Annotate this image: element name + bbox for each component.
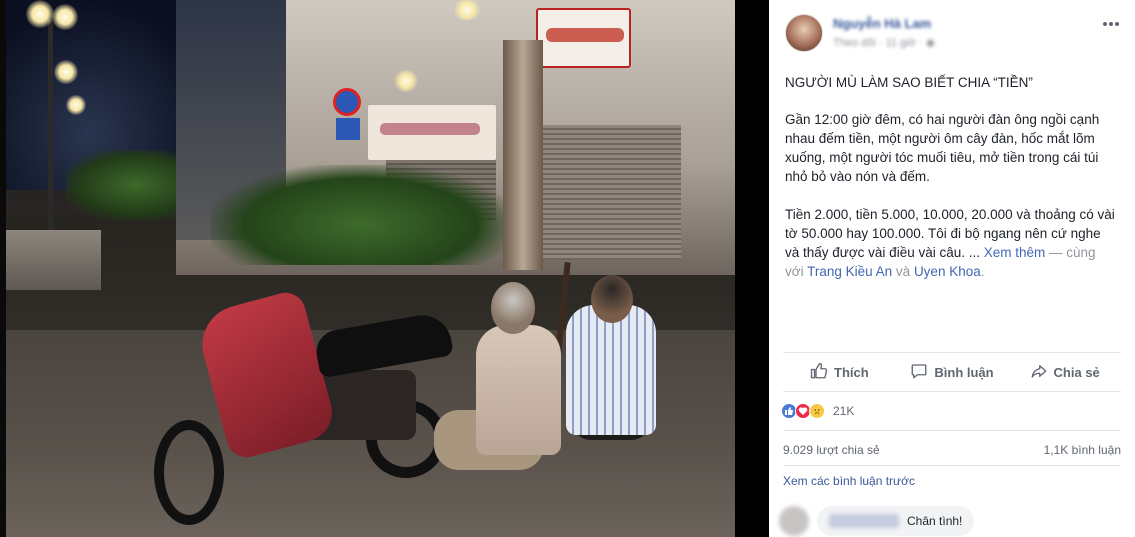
comment-button[interactable]: Bình luận (896, 353, 1009, 391)
street-lamp (26, 0, 54, 28)
street-lamp (66, 95, 86, 115)
post-actions: Thích Bình luận Chia sẻ (783, 352, 1121, 392)
globe-icon: ◉ (925, 37, 936, 49)
photo-viewer: Nguyễn Hà Lam Theo dõi · 11 giờ · ◉ NGƯỜ… (0, 0, 1135, 537)
man-1-shirt (476, 325, 561, 455)
post-meta: Theo dõi · 11 giờ · ◉ (833, 36, 935, 49)
sad-reaction-icon (809, 403, 825, 419)
building-light (394, 70, 418, 92)
comment-text: Chân tình! (907, 514, 963, 528)
shop-sign-2 (368, 105, 496, 160)
post-timestamp[interactable]: Theo dõi · 11 giờ · (833, 37, 926, 49)
reaction-count: 21K (833, 404, 855, 418)
motorbike-front-wheel (154, 420, 224, 525)
commenter-name[interactable] (829, 514, 899, 528)
no-parking-sign (333, 88, 361, 116)
man-1-head (491, 282, 535, 334)
comment-count[interactable]: 1,1K bình luận (1044, 443, 1121, 457)
share-label: Chia sẻ (1053, 364, 1100, 380)
like-button[interactable]: Thích (783, 353, 896, 391)
lamp-post (48, 20, 53, 230)
building-light (452, 0, 482, 20)
comment-icon (910, 362, 928, 383)
comment-label: Bình luận (934, 364, 994, 380)
and-connector: và (892, 264, 914, 279)
man-2-head (591, 275, 633, 323)
post-paragraph: Gần 12:00 giờ đêm, có hai người đàn ông … (785, 112, 1100, 184)
steps (6, 230, 101, 290)
share-icon (1030, 362, 1048, 383)
reactions-summary[interactable]: 21K (781, 398, 854, 424)
post-header: Nguyễn Hà Lam Theo dõi · 11 giờ · ◉ (769, 0, 1135, 64)
see-more-link[interactable]: Xem thêm (984, 245, 1046, 260)
shop-shutter (541, 125, 681, 260)
post-paragraph-2: Tiền 2.000, tiền 5.000, 10.000, 20.000 v… (785, 205, 1115, 281)
commenter-avatar[interactable] (779, 506, 809, 536)
street-lamp (54, 60, 78, 84)
viewer-gap (735, 0, 769, 537)
author-name[interactable]: Nguyễn Hà Lam (833, 16, 931, 31)
view-previous-comments-link[interactable]: Xem các bình luận trước (783, 474, 915, 488)
photo-scene (6, 0, 735, 537)
direction-sign (336, 118, 360, 140)
street-lamp (52, 4, 78, 30)
post-photo[interactable] (0, 0, 735, 537)
like-label: Thích (834, 364, 869, 380)
tagged-user-link[interactable]: Trang Kiều An (807, 264, 892, 279)
more-options-icon[interactable] (1101, 14, 1121, 34)
tagged-period: . (980, 264, 985, 279)
comment-bubble: Chân tình! (817, 506, 975, 536)
comment-item: Chân tình! (779, 506, 1119, 537)
share-button[interactable]: Chia sẻ (1008, 353, 1121, 391)
post-stats: 9.029 lượt chia sẻ 1,1K bình luận (783, 430, 1121, 466)
shop-sign (536, 8, 631, 68)
author-avatar[interactable] (785, 14, 823, 52)
post-text: Gần 12:00 giờ đêm, có hai người đàn ông … (785, 110, 1115, 300)
tagged-user-link-2[interactable]: Uyen Khoa (914, 264, 981, 279)
thumbs-up-icon (810, 362, 828, 383)
hedge (211, 165, 511, 265)
tree-trunk (503, 40, 543, 270)
post-panel: Nguyễn Hà Lam Theo dõi · 11 giờ · ◉ NGƯỜ… (769, 0, 1135, 537)
man-2-shirt (566, 305, 656, 435)
share-count[interactable]: 9.029 lượt chia sẻ (783, 443, 880, 457)
post-title: NGƯỜI MÙ LÀM SAO BIẾT CHIA “TIỀN” (785, 75, 1033, 90)
